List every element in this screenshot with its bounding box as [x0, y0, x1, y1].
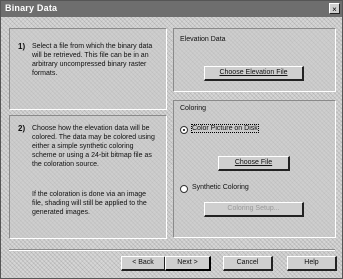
next-label: Next >: [177, 259, 198, 266]
cancel-label: Cancel: [236, 259, 259, 266]
close-icon: ×: [332, 5, 337, 14]
step2-note: If the coloration is done via an image f…: [32, 191, 147, 216]
step1-panel: 1) Select a file from which the binary d…: [9, 28, 167, 110]
coloring-setup-button[interactable]: Coloring Setup...: [204, 202, 304, 217]
title-bar[interactable]: Binary Data ×: [1, 1, 342, 17]
cancel-button[interactable]: Cancel: [223, 256, 273, 271]
step1-number: 1): [18, 42, 26, 51]
binary-data-dialog: Binary Data × 1) Select a file from whic…: [0, 0, 343, 279]
radio-synthetic-coloring[interactable]: [180, 185, 188, 193]
radio-color-picture-label[interactable]: Color Picture on Disk: [191, 124, 259, 133]
choose-elevation-file-button[interactable]: Choose Elevation File: [204, 66, 304, 81]
step2-number: 2): [18, 124, 26, 133]
choose-file-label: Choose File: [234, 159, 273, 166]
step2-text: Choose how the elevation data will be co…: [32, 125, 155, 168]
step2-panel: 2) Choose how the elevation data will be…: [9, 115, 167, 239]
choose-file-button[interactable]: Choose File: [218, 156, 290, 171]
coloring-group: Coloring Color Picture on Disk Choose Fi…: [173, 100, 336, 238]
radio-color-picture[interactable]: [180, 126, 188, 134]
footer-separator: [9, 249, 335, 251]
elevation-heading: Elevation Data: [180, 36, 226, 43]
step1-text: Select a file from which the binary data…: [32, 43, 153, 77]
window-title: Binary Data: [5, 3, 58, 13]
coloring-heading: Coloring: [180, 105, 207, 112]
next-button[interactable]: Next >: [165, 256, 211, 271]
close-button[interactable]: ×: [329, 3, 340, 14]
coloring-setup-label: Coloring Setup...: [227, 205, 280, 212]
back-label: < Back: [132, 259, 154, 266]
choose-elevation-file-label: Choose Elevation File: [219, 69, 288, 76]
help-label: Help: [304, 259, 319, 266]
help-button[interactable]: Help: [287, 256, 337, 271]
radio-synthetic-coloring-label[interactable]: Synthetic Coloring: [192, 184, 249, 191]
elevation-group: Elevation Data Choose Elevation File: [173, 28, 336, 92]
back-button[interactable]: < Back: [121, 256, 166, 271]
